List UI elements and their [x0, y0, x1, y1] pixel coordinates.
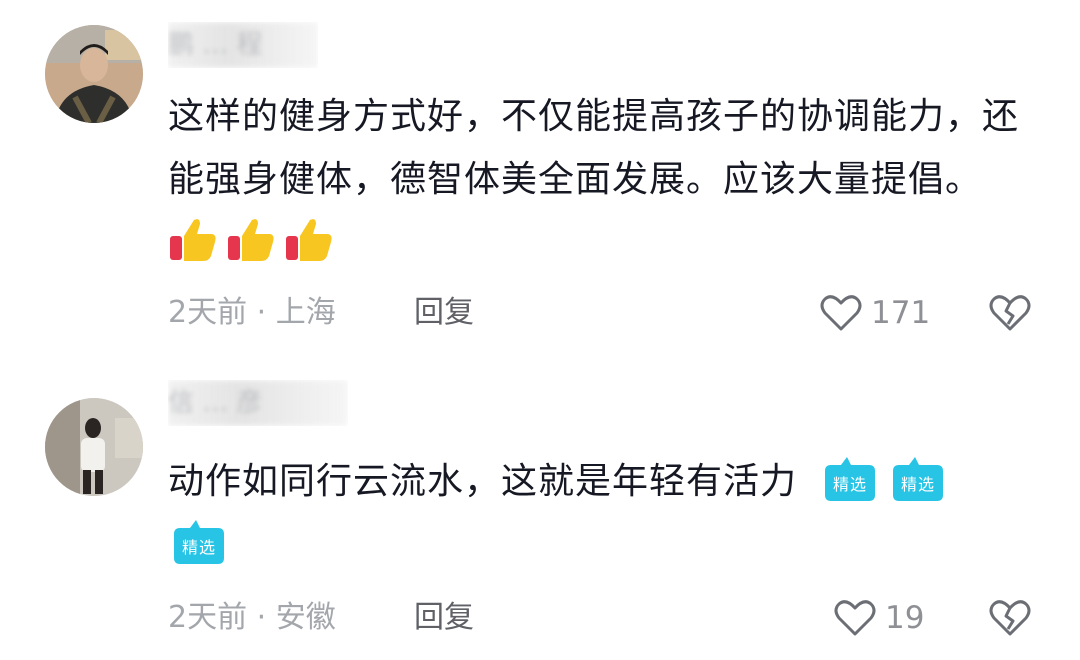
heart-icon — [820, 295, 862, 331]
avatar[interactable] — [45, 398, 143, 496]
thumbs-up-icon — [286, 219, 332, 261]
timestamp-location: 2天前 · 上海 — [168, 295, 336, 330]
avatar[interactable] — [45, 25, 143, 123]
timestamp-location: 2天前 · 安徽 — [168, 600, 336, 635]
comment-text: 这样的健身方式好，不仅能提高孩子的协调能力，还能强身健体，德智体美全面发展。应该… — [168, 85, 1028, 274]
comment-item: 信 … 彦 动作如同行云流水，这就是年轻有活力 精选 精选 精选 2天前 · 安… — [0, 350, 1080, 660]
svg-text:精选: 精选 — [901, 475, 935, 494]
username[interactable]: 信 … 彦 — [168, 380, 348, 426]
comment-meta: 2天前 · 上海 回复 171 — [168, 291, 1048, 335]
broken-heart-icon[interactable] — [988, 596, 1032, 640]
comment-item: 鹏 … 程 这样的健身方式好，不仅能提高孩子的协调能力，还能强身健体，德智体美全… — [0, 0, 1080, 350]
featured-badge-icon: 精选 — [825, 457, 876, 501]
svg-text:精选: 精选 — [182, 538, 216, 557]
featured-badge-icon: 精选 — [893, 457, 944, 501]
like-count: 171 — [871, 295, 931, 331]
comment-text: 动作如同行云流水，这就是年轻有活力 精选 精选 精选 — [168, 450, 1038, 576]
thumbs-up-icon — [170, 219, 216, 261]
username[interactable]: 鹏 … 程 — [168, 22, 318, 68]
reply-button[interactable]: 回复 — [414, 596, 474, 640]
comment-meta: 2天前 · 安徽 回复 19 — [168, 596, 1048, 640]
comment-body: 这样的健身方式好，不仅能提高孩子的协调能力，还能强身健体，德智体美全面发展。应该… — [168, 96, 1020, 200]
thumbs-up-icon — [228, 219, 274, 261]
svg-text:精选: 精选 — [833, 475, 867, 494]
avatar-photo-icon — [45, 398, 143, 496]
broken-heart-icon[interactable] — [988, 291, 1032, 335]
featured-badge-icon: 精选 — [174, 520, 224, 564]
heart-icon — [834, 600, 876, 636]
reply-button[interactable]: 回复 — [414, 291, 474, 335]
comment-body: 动作如同行云流水，这就是年轻有活力 — [168, 461, 798, 502]
avatar-photo-icon — [45, 25, 143, 123]
like-count: 19 — [885, 600, 925, 636]
